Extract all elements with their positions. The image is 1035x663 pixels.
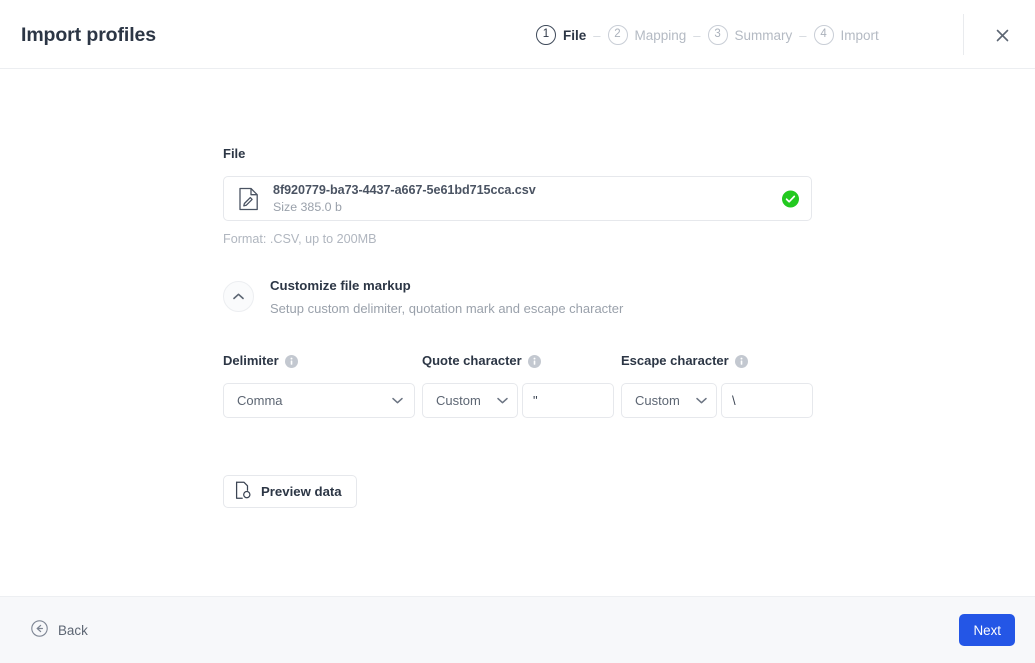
chevron-up-icon bbox=[233, 293, 244, 300]
page-title: Import profiles bbox=[21, 22, 156, 48]
escape-mode-value: Custom bbox=[635, 393, 680, 408]
step-mapping[interactable]: 2 Mapping bbox=[608, 25, 687, 45]
close-icon bbox=[994, 27, 1011, 44]
delimiter-group: Delimiter Comma bbox=[223, 352, 415, 418]
step-file[interactable]: 1 File bbox=[536, 25, 586, 45]
step-import[interactable]: 4 Import bbox=[814, 25, 879, 45]
delimiter-label: Delimiter bbox=[223, 352, 279, 370]
delimiter-label-row: Delimiter bbox=[223, 352, 415, 370]
file-edit-icon bbox=[237, 187, 261, 211]
step-separator: – bbox=[799, 29, 806, 42]
quote-mode-select[interactable]: Custom bbox=[422, 383, 518, 418]
step-summary[interactable]: 3 Summary bbox=[708, 25, 793, 45]
header-divider bbox=[963, 14, 964, 55]
import-form: File 8f920779-ba73-4437-a667-5e61bd715cc… bbox=[223, 145, 823, 508]
wizard-stepper: 1 File – 2 Mapping – 3 Summary – 4 Impor… bbox=[536, 24, 879, 46]
next-button[interactable]: Next bbox=[959, 614, 1015, 646]
step-import-label: Import bbox=[841, 28, 879, 43]
back-button[interactable]: Back bbox=[31, 620, 88, 640]
file-name: 8f920779-ba73-4437-a667-5e61bd715cca.csv bbox=[273, 182, 536, 198]
escape-character-label: Escape character bbox=[621, 352, 729, 370]
customize-title: Customize file markup bbox=[270, 277, 623, 295]
escape-controls: Custom bbox=[621, 383, 813, 418]
escape-character-input[interactable] bbox=[721, 383, 813, 418]
info-icon[interactable] bbox=[285, 355, 298, 368]
step-mapping-label: Mapping bbox=[635, 28, 687, 43]
quote-character-group: Quote character Custom bbox=[422, 352, 614, 418]
collapse-toggle-button[interactable] bbox=[223, 281, 254, 312]
wizard-header: Import profiles 1 File – 2 Mapping – 3 S… bbox=[0, 0, 1035, 69]
step-separator: – bbox=[593, 29, 600, 42]
delimiter-select[interactable]: Comma bbox=[223, 383, 415, 418]
file-size: Size 385.0 b bbox=[273, 199, 536, 215]
step-file-label: File bbox=[563, 28, 586, 43]
import-profiles-wizard: Import profiles 1 File – 2 Mapping – 3 S… bbox=[0, 0, 1035, 663]
preview-data-button[interactable]: Preview data bbox=[223, 475, 357, 508]
file-section-label: File bbox=[223, 145, 823, 163]
arrow-left-circle-icon bbox=[31, 620, 48, 640]
wizard-body: File 8f920779-ba73-4437-a667-5e61bd715cc… bbox=[0, 69, 1035, 596]
delimiter-controls: Comma bbox=[223, 383, 415, 418]
close-dialog-button[interactable] bbox=[986, 19, 1018, 51]
info-icon[interactable] bbox=[528, 355, 541, 368]
quote-label-row: Quote character bbox=[422, 352, 614, 370]
markup-settings-row: Delimiter Comma bbox=[223, 352, 823, 418]
chevron-down-icon bbox=[497, 397, 508, 404]
step-summary-number: 3 bbox=[708, 25, 728, 45]
step-mapping-number: 2 bbox=[608, 25, 628, 45]
preview-data-label: Preview data bbox=[261, 484, 342, 499]
customize-subtitle: Setup custom delimiter, quotation mark a… bbox=[270, 300, 623, 318]
uploaded-file-card[interactable]: 8f920779-ba73-4437-a667-5e61bd715cca.csv… bbox=[223, 176, 812, 221]
next-button-label: Next bbox=[973, 623, 1001, 638]
step-file-number: 1 bbox=[536, 25, 556, 45]
step-import-number: 4 bbox=[814, 25, 834, 45]
quote-character-label: Quote character bbox=[422, 352, 522, 370]
wizard-footer: Back Next bbox=[0, 596, 1035, 663]
step-separator: – bbox=[693, 29, 700, 42]
file-format-hint: Format: .CSV, up to 200MB bbox=[223, 231, 823, 247]
quote-character-input[interactable] bbox=[522, 383, 614, 418]
quote-controls: Custom bbox=[422, 383, 614, 418]
escape-character-group: Escape character Custom bbox=[621, 352, 813, 418]
back-button-label: Back bbox=[58, 623, 88, 638]
file-search-icon bbox=[235, 481, 252, 503]
customize-text: Customize file markup Setup custom delim… bbox=[270, 277, 623, 318]
quote-mode-value: Custom bbox=[436, 393, 481, 408]
customize-file-markup-section: Customize file markup Setup custom delim… bbox=[223, 277, 823, 318]
file-meta: 8f920779-ba73-4437-a667-5e61bd715cca.csv… bbox=[273, 182, 536, 215]
chevron-down-icon bbox=[392, 397, 403, 404]
escape-mode-select[interactable]: Custom bbox=[621, 383, 717, 418]
delimiter-select-value: Comma bbox=[237, 393, 283, 408]
info-icon[interactable] bbox=[735, 355, 748, 368]
success-check-icon bbox=[782, 190, 799, 207]
escape-label-row: Escape character bbox=[621, 352, 813, 370]
chevron-down-icon bbox=[696, 397, 707, 404]
step-summary-label: Summary bbox=[735, 28, 793, 43]
